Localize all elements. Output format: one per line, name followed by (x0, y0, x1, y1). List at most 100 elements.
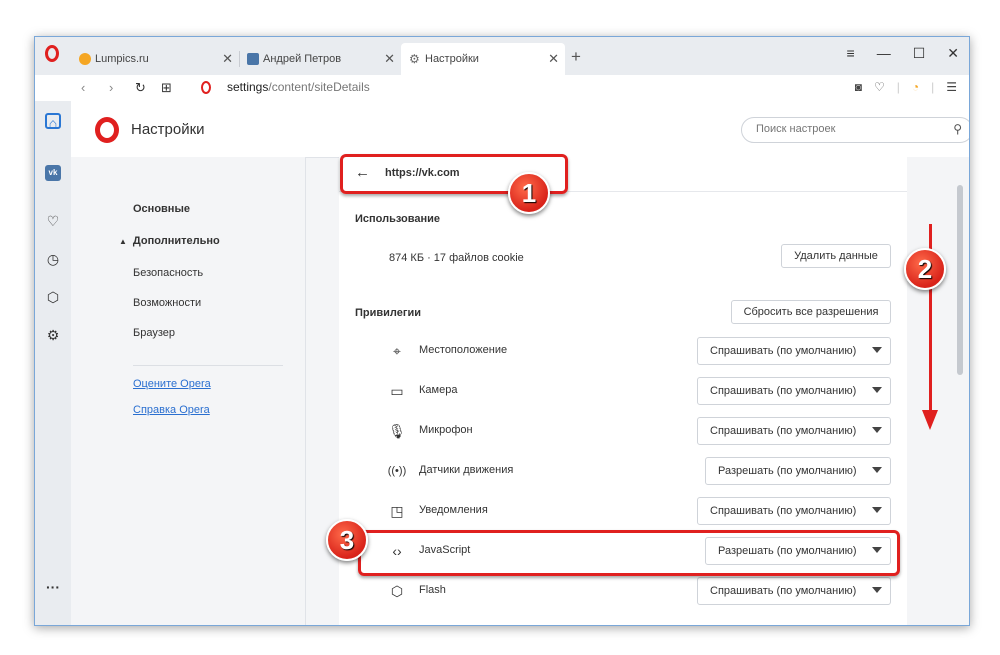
step-badge-3: 3 (326, 519, 368, 561)
scrollbar-thumb[interactable] (957, 185, 963, 375)
chevron-down-icon (872, 587, 882, 593)
permission-label: Уведомления (419, 504, 488, 516)
close-icon[interactable]: ✕ (222, 51, 233, 67)
highlight-javascript-row (358, 530, 900, 576)
search-icon[interactable]: ⚲ (953, 122, 962, 136)
minimize-icon[interactable]: — (877, 45, 891, 62)
nav-advanced-label: Дополнительно (132, 235, 220, 247)
speed-dial-icon[interactable]: ⊞ (161, 80, 172, 96)
permission-label: Датчики движения (419, 464, 514, 476)
flash-cube-icon: ⬡ (390, 583, 404, 599)
chevron-down-icon (872, 347, 882, 353)
rate-opera-link[interactable]: Оцените Opera (133, 378, 211, 390)
tab-lumpics[interactable]: Lumpics.ru ✕ (71, 43, 239, 75)
nav-main[interactable]: Основные (133, 203, 190, 215)
privileges-title: Привилегии (355, 307, 421, 319)
tab-label: Lumpics.ru (95, 53, 149, 65)
address-bar: ‹ › ↻ ⊞ settings/content/siteDetails ◙ ♡… (35, 75, 969, 102)
camera-icon: ▭ (390, 383, 404, 399)
permission-row-location: ⌖ Местоположение Спрашивать (по умолчани… (339, 331, 907, 371)
microphone-select[interactable]: Спрашивать (по умолчанию) (697, 417, 891, 445)
chevron-down-icon (872, 467, 882, 473)
permission-row-microphone: 🎙︎ Микрофон Спрашивать (по умолчанию) (339, 411, 907, 451)
more-icon[interactable]: ··· (45, 579, 61, 595)
settings-gear-icon[interactable]: ⚙ (45, 327, 61, 343)
flash-select[interactable]: Спрашивать (по умолчанию) (697, 577, 891, 605)
divider: | (896, 80, 900, 94)
heart-icon[interactable]: ♡ (874, 80, 885, 94)
location-select[interactable]: Спрашивать (по умолчанию) (697, 337, 891, 365)
permission-label: Местоположение (419, 344, 508, 356)
chevron-down-icon (872, 387, 882, 393)
notification-icon: ◳ (390, 503, 404, 519)
url-path: /content/siteDetails (268, 80, 370, 94)
opera-site-icon (201, 81, 211, 94)
usage-title: Использование (355, 213, 441, 225)
tab-label: Андрей Петров (263, 53, 342, 65)
extension-icon[interactable]: ◔ (912, 80, 919, 94)
nav-features[interactable]: Возможности (133, 297, 201, 309)
back-icon[interactable]: ‹ (81, 80, 85, 95)
select-value: Спрашивать (по умолчанию) (710, 505, 857, 517)
notifications-select[interactable]: Спрашивать (по умолчанию) (697, 497, 891, 525)
nav-browser[interactable]: Браузер (133, 327, 175, 339)
close-window-icon[interactable]: ✕ (947, 45, 959, 62)
address-actions: ◙ ♡ | ◔ | ☰ (855, 80, 957, 94)
help-opera-link[interactable]: Справка Opera (133, 404, 210, 416)
motion-sensors-select[interactable]: Разрешать (по умолчанию) (705, 457, 891, 485)
opera-menu-icon[interactable] (45, 45, 59, 62)
arrow-head-icon (922, 410, 938, 430)
maximize-icon[interactable]: ☐ (913, 45, 926, 62)
tab-menu-icon[interactable]: ≡ (847, 45, 855, 62)
tab-strip: Lumpics.ru ✕ Андрей Петров ✕ ⚙ Настройки… (35, 37, 969, 75)
url-host: settings (227, 80, 269, 94)
vk-icon[interactable]: vk (45, 165, 61, 181)
select-value: Спрашивать (по умолчанию) (710, 585, 857, 597)
tab-settings[interactable]: ⚙ Настройки ✕ (401, 43, 565, 75)
permission-row-flash: ⬡ Flash Спрашивать (по умолчанию) (339, 571, 907, 611)
microphone-icon: 🎙︎ (388, 423, 406, 439)
nav-advanced[interactable]: ▲ Дополнительно (119, 235, 220, 247)
heart-icon[interactable]: ♡ (45, 213, 61, 229)
camera-snapshot-icon[interactable]: ◙ (855, 80, 862, 94)
step-badge-2: 2 (904, 248, 946, 290)
clear-data-button[interactable]: Удалить данные (781, 244, 891, 268)
chevron-down-icon (872, 507, 882, 513)
tab-label: Настройки (425, 53, 479, 65)
reload-icon[interactable]: ↻ (135, 80, 146, 96)
select-value: Спрашивать (по умолчанию) (710, 345, 857, 357)
permission-label: Flash (419, 584, 446, 596)
permission-label: Микрофон (419, 424, 473, 436)
permission-label: Камера (419, 384, 458, 396)
lumpics-favicon-icon (79, 53, 91, 65)
collapse-icon: ▲ (119, 237, 127, 246)
settings-search[interactable]: ⚲ (741, 117, 969, 143)
select-value: Спрашивать (по умолчанию) (710, 425, 857, 437)
settings-header: Настройки ⚲ (71, 101, 969, 158)
history-icon[interactable]: ◷ (45, 251, 61, 267)
new-tab-button[interactable]: + (571, 47, 581, 67)
permission-row-camera: ▭ Камера Спрашивать (по умолчанию) (339, 371, 907, 411)
cube-icon[interactable]: ⬡ (45, 289, 61, 305)
close-icon[interactable]: ✕ (548, 51, 559, 67)
camera-select[interactable]: Спрашивать (по умолчанию) (697, 377, 891, 405)
window-controls: ≡ — ☐ ✕ (847, 45, 959, 62)
chevron-down-icon (872, 427, 882, 433)
easy-setup-icon[interactable]: ☰ (946, 80, 957, 94)
usage-info: 874 КБ · 17 файлов cookie (389, 252, 524, 264)
location-pin-icon: ⌖ (393, 343, 401, 359)
search-input[interactable] (754, 122, 938, 136)
reset-permissions-button[interactable]: Сбросить все разрешения (731, 300, 891, 324)
step-badge-1: 1 (508, 172, 550, 214)
close-icon[interactable]: ✕ (384, 51, 395, 67)
tab-vk[interactable]: Андрей Петров ✕ (239, 43, 401, 75)
forward-icon[interactable]: › (109, 80, 113, 95)
nav-security[interactable]: Безопасность (133, 267, 203, 279)
url-field[interactable]: settings/content/siteDetails (227, 80, 370, 94)
right-margin (907, 157, 969, 625)
settings-nav: Основные ▲ Дополнительно Безопасность Воз… (71, 157, 306, 625)
page-title: Настройки (131, 121, 205, 138)
opera-logo-icon (95, 117, 119, 143)
nav-divider (133, 365, 283, 366)
home-icon[interactable]: ⌂ (45, 113, 61, 131)
